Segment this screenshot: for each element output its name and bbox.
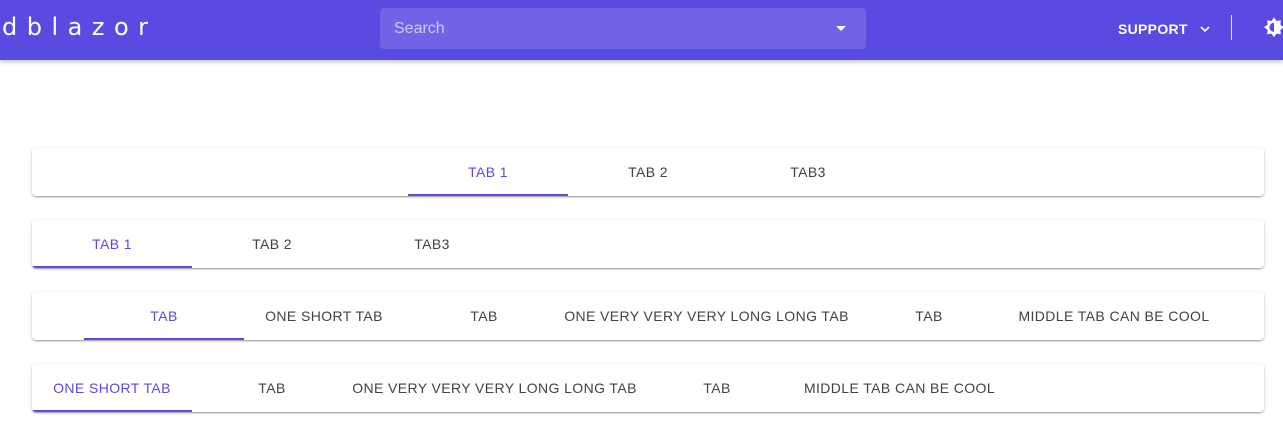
tab-5[interactable]: MIDDLE TAB CAN BE COOL [797, 364, 1002, 412]
tabs-centered-mixed: TAB ONE SHORT TAB TAB ONE VERY VERY VERY… [32, 292, 1264, 340]
tab-2[interactable]: TAB 2 [568, 148, 728, 196]
tabs-centered: TAB 1 TAB 2 TAB3 [32, 148, 1264, 196]
chevron-down-icon [1200, 26, 1210, 33]
active-tab-indicator [32, 410, 192, 412]
tabs-start: TAB 1 TAB 2 TAB3 [32, 220, 1264, 268]
active-tab-indicator [32, 266, 192, 268]
tab-strip: ONE SHORT TAB TAB ONE VERY VERY VERY LON… [32, 364, 1032, 412]
support-label: SUPPORT [1118, 21, 1188, 37]
arrow-drop-down-icon[interactable] [836, 26, 846, 31]
tab-4[interactable]: ONE VERY VERY VERY LONG LONG TAB [564, 292, 849, 340]
search-autocomplete[interactable] [380, 8, 866, 49]
search-input[interactable] [380, 8, 820, 49]
tab-3[interactable]: TAB3 [728, 148, 888, 196]
tabs-start-mixed: ONE SHORT TAB TAB ONE VERY VERY VERY LON… [32, 364, 1264, 412]
brightness-icon[interactable] [1262, 16, 1283, 40]
tab-5[interactable]: TAB [849, 292, 1009, 340]
tab-1[interactable]: ONE SHORT TAB [32, 364, 192, 412]
tab-2[interactable]: TAB [192, 364, 352, 412]
tab-2[interactable]: ONE SHORT TAB [244, 292, 404, 340]
tab-3[interactable]: TAB [404, 292, 564, 340]
tab-2[interactable]: TAB 2 [192, 220, 352, 268]
active-tab-indicator [408, 194, 568, 196]
tab-strip: TAB ONE SHORT TAB TAB ONE VERY VERY VERY… [84, 292, 1224, 340]
tab-strip: TAB 1 TAB 2 TAB3 [32, 220, 512, 268]
tab-4[interactable]: TAB [637, 364, 797, 412]
app-bar: dblazor SUPPORT [0, 0, 1283, 60]
tab-1[interactable]: TAB [84, 292, 244, 340]
tab-strip: TAB 1 TAB 2 TAB3 [408, 148, 888, 196]
tab-3[interactable]: TAB3 [352, 220, 512, 268]
active-tab-indicator [84, 338, 244, 340]
tab-1[interactable]: TAB 1 [408, 148, 568, 196]
tab-6[interactable]: MIDDLE TAB CAN BE COOL [1009, 292, 1219, 340]
appbar-divider [1231, 15, 1232, 40]
tab-3[interactable]: ONE VERY VERY VERY LONG LONG TAB [352, 364, 637, 412]
support-menu-button[interactable]: SUPPORT [1118, 18, 1211, 40]
tab-1[interactable]: TAB 1 [32, 220, 192, 268]
brand-logo-text[interactable]: dblazor [2, 13, 158, 41]
